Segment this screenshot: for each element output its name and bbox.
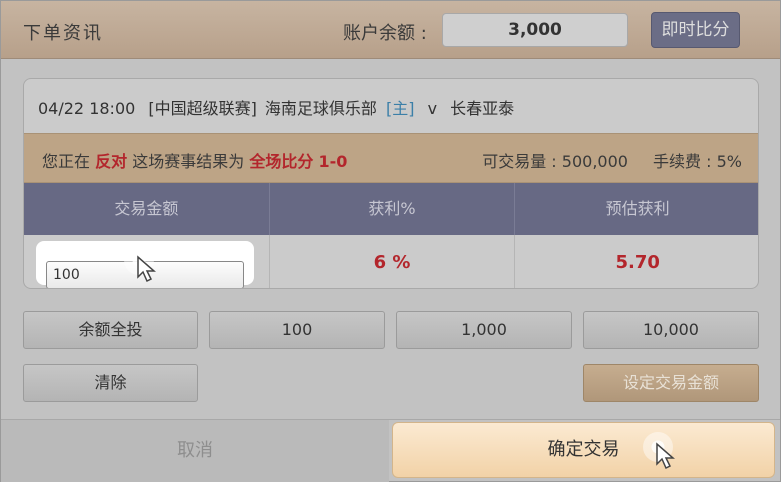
table-header: 交易金额 获利% 预估获利 xyxy=(24,183,758,235)
away-team: 长春亚泰 xyxy=(450,99,515,118)
bet-description: 您正在 反对 这场赛事结果为 全场比分 1-0 xyxy=(42,148,347,172)
fee-rate: 手续费 : 5% xyxy=(653,152,742,171)
bet-market: 全场比分 xyxy=(249,152,314,171)
bet-score: 1-0 xyxy=(318,152,348,171)
amount-100-button[interactable]: 100 xyxy=(209,311,385,349)
all-in-button[interactable]: 余额全投 xyxy=(23,311,198,349)
available-volume: 可交易量 : 500,000 xyxy=(482,152,628,171)
order-dialog: 下单资讯 账户余额 : 3,000 即时比分 04/22 18:00 [中国超级… xyxy=(0,0,781,482)
amount-cell xyxy=(24,235,270,288)
bet-middle: 这场赛事结果为 xyxy=(132,152,245,171)
click-cursor-icon xyxy=(643,432,687,476)
vs-label: v xyxy=(427,99,438,118)
click-cursor-icon xyxy=(124,245,168,288)
dialog-footer: 取消 确定交易 xyxy=(1,419,780,482)
header-profit-percent: 获利% xyxy=(270,183,516,235)
confirm-button[interactable]: 确定交易 xyxy=(392,422,775,478)
table-row: 6 % 5.70 xyxy=(24,235,758,288)
confirm-label: 确定交易 xyxy=(547,439,620,460)
header-estimated-profit: 预估获利 xyxy=(605,199,670,218)
clear-button[interactable]: 清除 xyxy=(23,364,198,402)
profit-percent-cell: 6 % xyxy=(270,235,516,288)
live-score-button[interactable]: 即时比分 xyxy=(651,12,740,48)
match-datetime: 04/22 18:00 xyxy=(38,99,136,118)
estimated-profit-cell: 5.70 xyxy=(515,235,758,288)
balance-label: 账户余额 : xyxy=(343,23,427,44)
home-team: 海南足球俱乐部 xyxy=(264,99,377,118)
match-info: 04/22 18:00 [中国超级联赛] 海南足球俱乐部 [主] v 长春亚泰 xyxy=(24,79,758,133)
estimated-profit-value: 5.70 xyxy=(615,252,660,273)
amount-10000-button[interactable]: 10,000 xyxy=(583,311,759,349)
home-tag: [主] xyxy=(386,99,415,118)
dialog-header: 下单资讯 账户余额 : 3,000 即时比分 xyxy=(1,1,780,59)
bet-limits: 可交易量 : 500,000 手续费 : 5% xyxy=(462,148,742,172)
balance-value: 3,000 xyxy=(442,13,628,47)
profit-percent-value: 6 % xyxy=(373,252,411,273)
bet-summary: 您正在 反对 这场赛事结果为 全场比分 1-0 可交易量 : 500,000 手… xyxy=(24,133,758,183)
bet-action: 反对 xyxy=(95,152,128,171)
set-amount-button[interactable]: 设定交易金额 xyxy=(583,364,759,402)
cancel-button[interactable]: 取消 xyxy=(1,420,389,482)
amount-1000-button[interactable]: 1,000 xyxy=(396,311,572,349)
bet-panel: 04/22 18:00 [中国超级联赛] 海南足球俱乐部 [主] v 长春亚泰 您… xyxy=(23,78,759,289)
header-amount: 交易金额 xyxy=(24,183,270,235)
league-name: [中国超级联赛] xyxy=(148,99,257,118)
bet-prefix: 您正在 xyxy=(42,152,91,171)
dialog-title: 下单资讯 xyxy=(23,23,103,44)
